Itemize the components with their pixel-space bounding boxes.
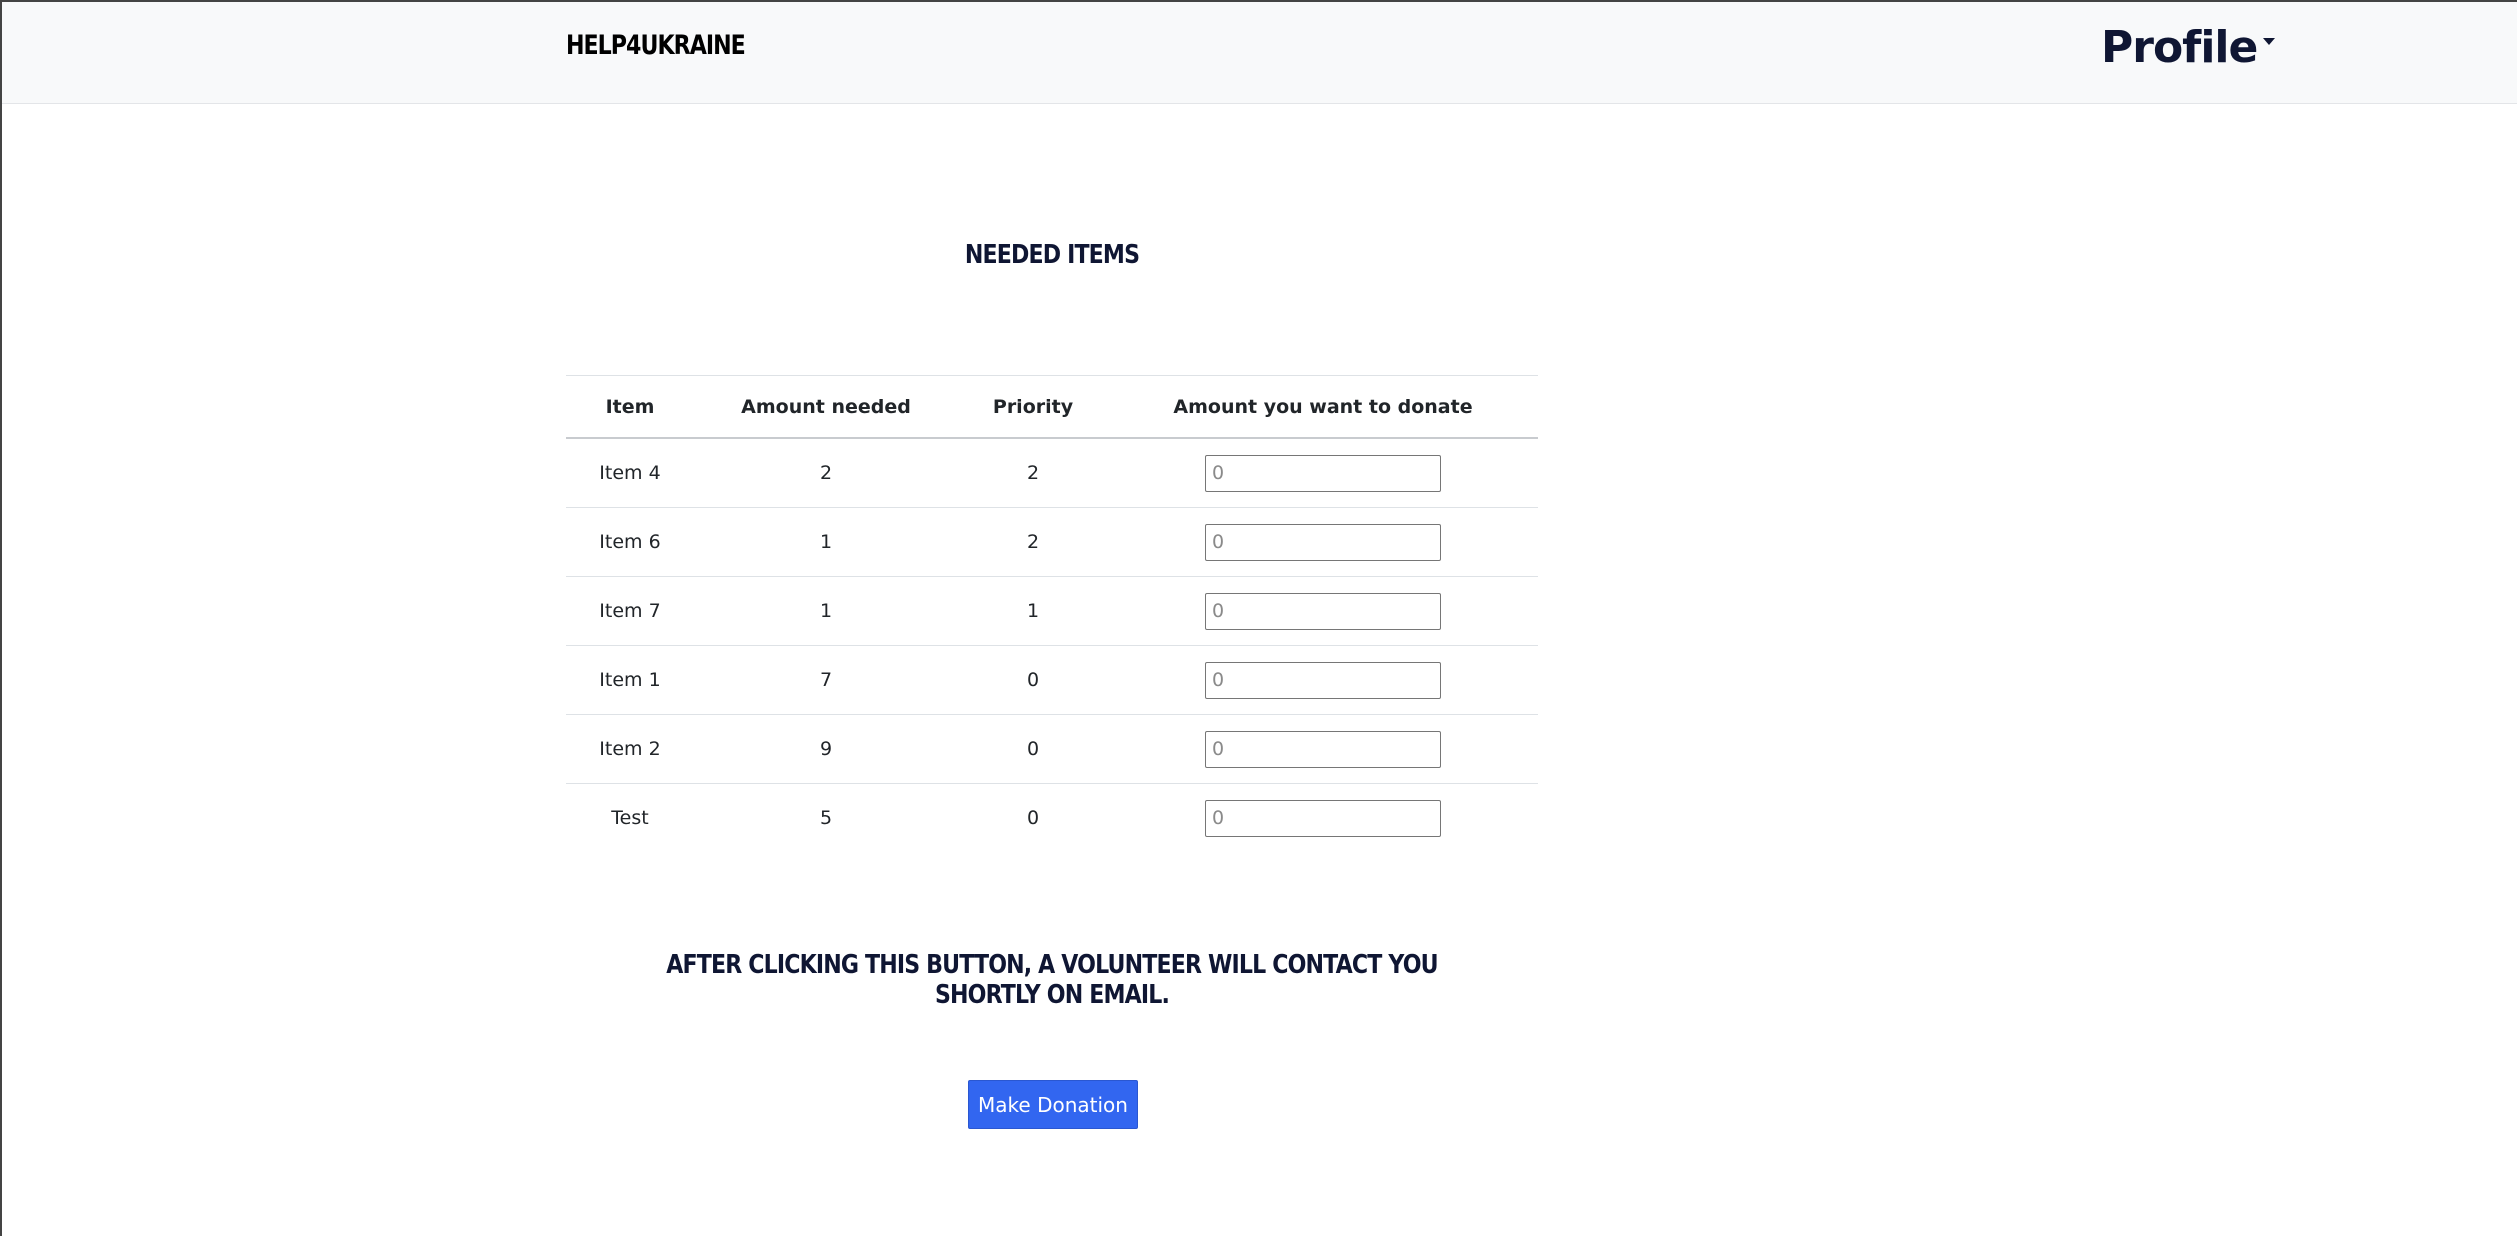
column-header-amount-needed: Amount needed (694, 375, 958, 439)
donate-amount-input[interactable] (1205, 730, 1441, 768)
item-name-cell: Item 7 (566, 576, 694, 646)
donate-amount-input[interactable] (1205, 523, 1441, 561)
priority-cell: 1 (958, 576, 1108, 646)
amount-needed-cell: 9 (694, 714, 958, 784)
donate-cell (1108, 645, 1538, 715)
column-header-amount-donate: Amount you want to donate (1108, 375, 1538, 439)
donate-cell (1108, 576, 1538, 646)
make-donation-button[interactable]: Make Donation (968, 1080, 1138, 1129)
volunteer-contact-notice: AFTER CLICKING THIS BUTTON, A VOLUNTEER … (666, 950, 1438, 1010)
item-name-cell: Item 4 (566, 438, 694, 508)
profile-label: Profile (2101, 22, 2258, 73)
table-row: Item 4 2 2 (566, 438, 1538, 508)
item-name-cell: Item 1 (566, 645, 694, 715)
column-header-priority: Priority (958, 375, 1108, 439)
page-title: NEEDED ITEMS (964, 240, 1140, 270)
donate-amount-input[interactable] (1205, 799, 1441, 837)
priority-cell: 0 (958, 714, 1108, 784)
table-row: Item 1 7 0 (566, 645, 1538, 715)
priority-cell: 0 (958, 645, 1108, 715)
table-row: Item 7 1 1 (566, 576, 1538, 646)
amount-needed-cell: 5 (819, 807, 833, 829)
needed-items-table: Item Amount needed Priority Amount you w… (566, 375, 1538, 852)
donate-amount-input[interactable] (1205, 661, 1441, 699)
profile-dropdown[interactable]: Profile (2101, 22, 2276, 73)
amount-needed-cell: 7 (694, 645, 958, 715)
donate-cell (1108, 714, 1538, 784)
caret-down-icon (2263, 38, 2276, 45)
priority-cell: 2 (958, 438, 1108, 508)
priority-cell: 0 (1026, 807, 1040, 829)
amount-needed-cell: 1 (694, 507, 958, 577)
table-header-row: Item Amount needed Priority Amount you w… (566, 375, 1538, 439)
table-row: Test 5 0 (566, 784, 1538, 853)
table-row: Item 2 9 0 (566, 714, 1538, 784)
donate-cell (1108, 438, 1538, 508)
item-name-cell: Test (611, 807, 649, 829)
donate-cell (1108, 784, 1538, 853)
donate-cell (1108, 507, 1538, 577)
amount-needed-cell: 1 (694, 576, 958, 646)
table-row: Item 6 1 2 (566, 507, 1538, 577)
page-title-container: NEEDED ITEMS (566, 240, 1538, 270)
brand-link[interactable]: HELP4UKRAINE (566, 30, 746, 61)
column-header-item: Item (566, 375, 694, 439)
donate-amount-input[interactable] (1205, 592, 1441, 630)
item-name-cell: Item 2 (566, 714, 694, 784)
amount-needed-cell: 2 (694, 438, 958, 508)
priority-cell: 2 (958, 507, 1108, 577)
navbar: HELP4UKRAINE Profile (2, 2, 2517, 104)
item-name-cell: Item 6 (566, 507, 694, 577)
donate-amount-input[interactable] (1205, 454, 1441, 492)
